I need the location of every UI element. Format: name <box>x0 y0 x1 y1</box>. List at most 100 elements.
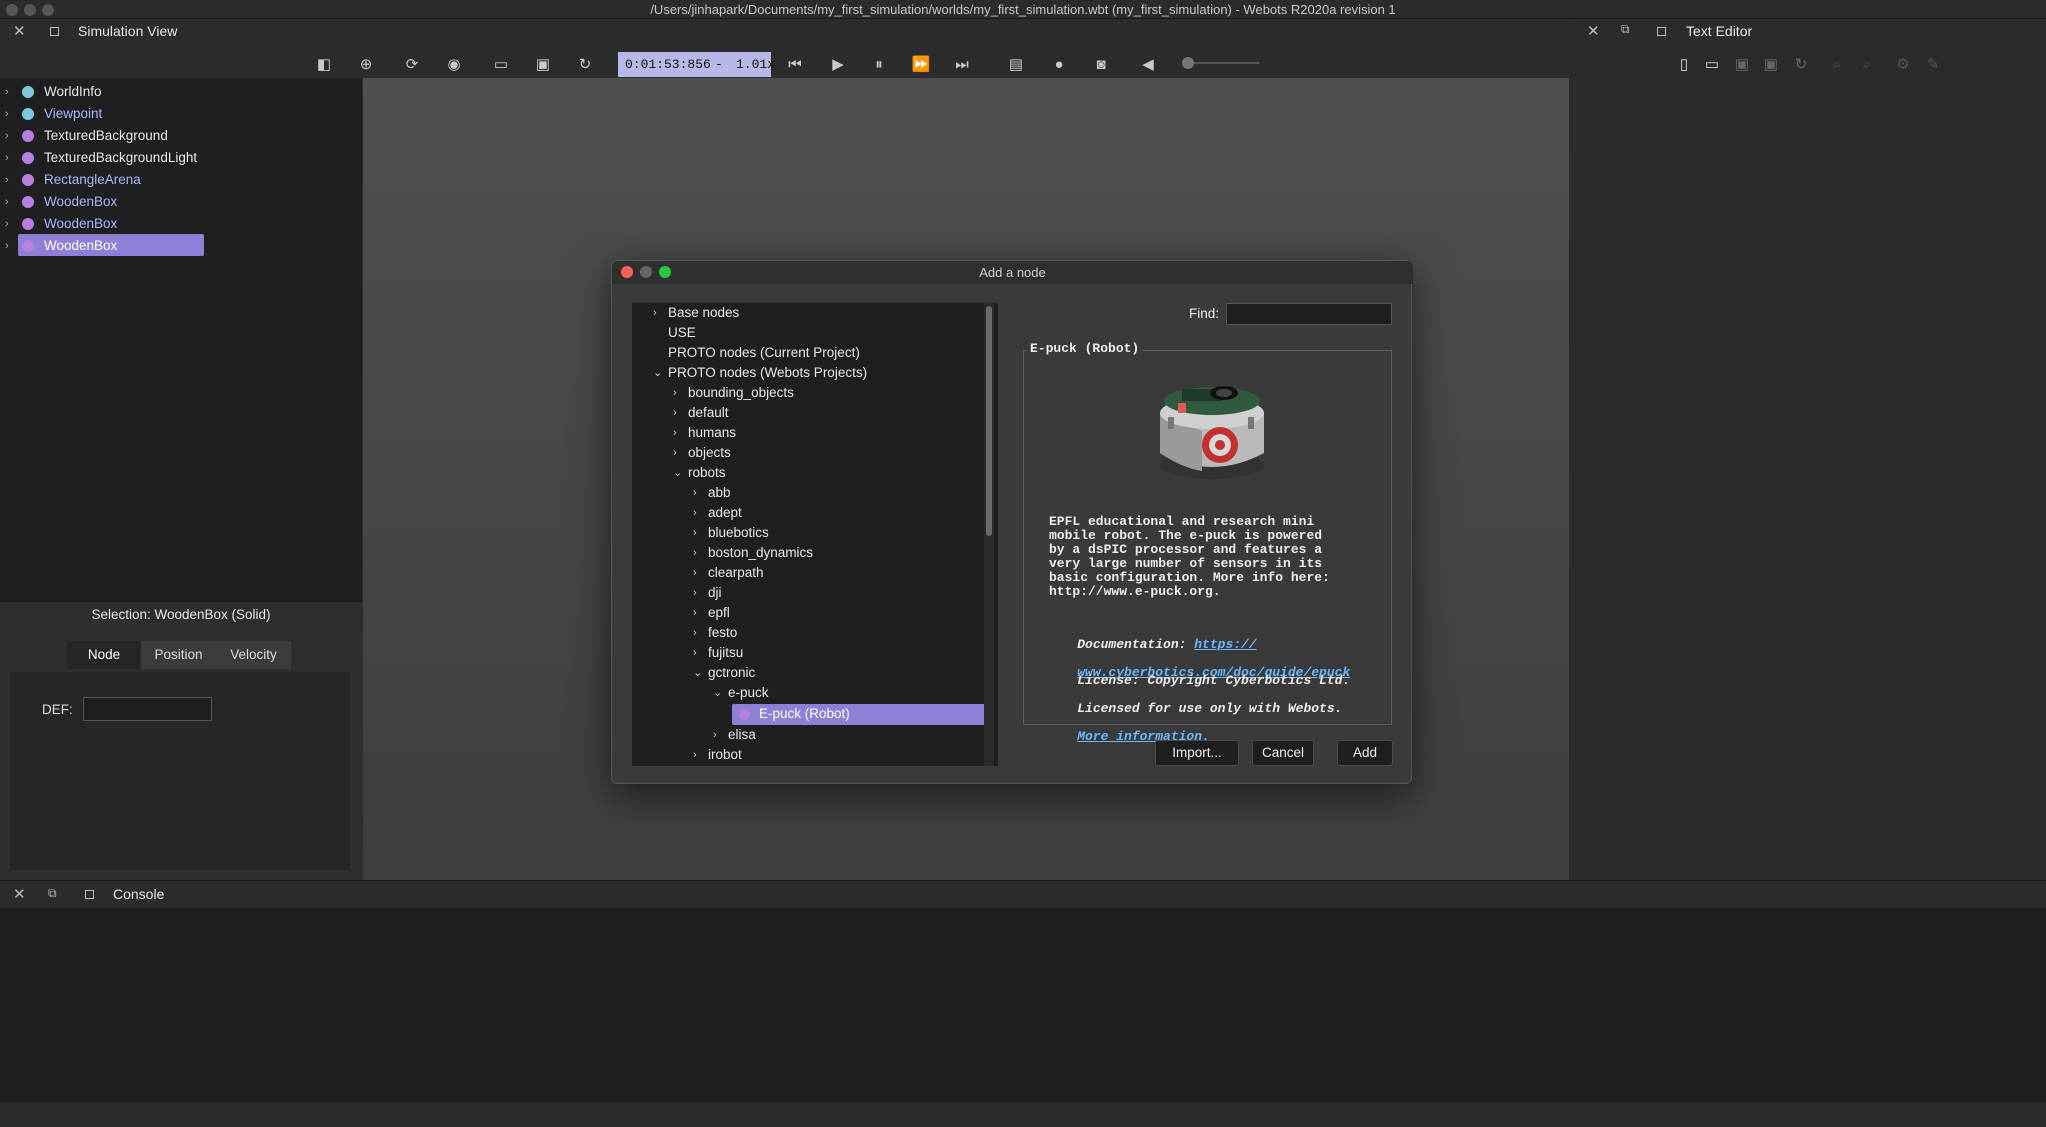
chevron-down-icon[interactable]: ⌄ <box>653 363 662 383</box>
tab-position[interactable]: Position <box>141 641 216 669</box>
chevron-right-icon[interactable]: › <box>693 563 697 583</box>
volume-slider[interactable] <box>1183 62 1259 64</box>
console-output[interactable] <box>0 908 2046 1102</box>
chevron-right-icon[interactable]: › <box>693 543 697 563</box>
open-file-icon[interactable]: ▭ <box>1701 55 1723 75</box>
scene-tree[interactable]: › WorldInfo › Viewpoint › TexturedBackgroun… <box>0 78 362 602</box>
tree-item[interactable]: › bounding_objects <box>673 383 794 403</box>
close-icon[interactable]: ✕ <box>1587 22 1600 40</box>
tree-item[interactable]: ⌄ e-puck <box>713 683 769 703</box>
volume-slider-handle[interactable] <box>1182 57 1194 69</box>
chevron-down-icon[interactable]: ⌄ <box>693 663 702 683</box>
chevron-right-icon[interactable]: › <box>653 303 657 323</box>
chevron-right-icon[interactable]: › <box>5 235 9 257</box>
new-file-icon[interactable]: ▯ <box>1673 55 1695 75</box>
movie-icon[interactable]: ▤ <box>1005 55 1027 75</box>
float-icon[interactable] <box>85 890 94 899</box>
viewpoint-icon[interactable]: ⟳ <box>401 55 423 75</box>
chevron-right-icon[interactable]: › <box>693 603 697 623</box>
chevron-right-icon[interactable]: › <box>5 81 9 103</box>
record-icon[interactable]: ● <box>1048 55 1070 75</box>
tree-item[interactable]: › elisa <box>713 725 756 745</box>
scene-tree-item[interactable]: › TexturedBackground <box>0 125 362 147</box>
cancel-button[interactable]: Cancel <box>1252 740 1314 766</box>
chevron-right-icon[interactable]: › <box>5 191 9 213</box>
save-file-icon[interactable]: ▣ <box>1731 55 1753 75</box>
documentation-link[interactable]: https:// <box>1194 637 1256 652</box>
tab-node[interactable]: Node <box>67 641 141 669</box>
import-button[interactable]: Import... <box>1155 740 1239 766</box>
tree-item[interactable]: › Base nodes <box>653 303 739 323</box>
add-node-icon[interactable]: ⊕ <box>355 55 377 75</box>
float-icon[interactable] <box>1657 27 1666 36</box>
def-input[interactable] <box>83 697 212 721</box>
tree-item[interactable]: › default <box>673 403 729 423</box>
pause-icon[interactable]: ⏸ <box>868 55 890 75</box>
save-as-icon[interactable]: ▣ <box>1760 55 1782 75</box>
settings-icon[interactable]: ⚙ <box>1892 55 1914 75</box>
chevron-right-icon[interactable]: › <box>693 523 697 543</box>
tree-item-selected[interactable]: E-puck (Robot) <box>739 704 850 724</box>
tree-item[interactable]: › irobot <box>693 745 742 765</box>
screenshot-icon[interactable]: ◙ <box>1090 55 1112 75</box>
tree-item[interactable]: ⌄ gctronic <box>693 663 755 683</box>
tree-item[interactable]: › epfl <box>693 603 730 623</box>
chevron-right-icon[interactable]: › <box>693 583 697 603</box>
tree-item[interactable]: › adept <box>693 503 742 523</box>
find-icon[interactable]: ⌕ <box>1826 55 1848 75</box>
chevron-right-icon[interactable]: › <box>693 623 697 643</box>
chevron-right-icon[interactable]: › <box>5 169 9 191</box>
tree-item[interactable]: › abb <box>693 483 731 503</box>
minimize-dialog-button[interactable] <box>640 266 652 278</box>
zoom-dialog-button[interactable] <box>659 266 671 278</box>
chevron-right-icon[interactable]: › <box>5 103 9 125</box>
revert-icon[interactable]: ↻ <box>1790 55 1812 75</box>
fast-icon[interactable]: ⏭ <box>951 55 973 75</box>
open-folder-icon[interactable]: ▭ <box>490 55 512 75</box>
chevron-right-icon[interactable]: › <box>713 725 717 745</box>
tree-item[interactable]: PROTO nodes (Current Project) <box>668 343 860 363</box>
add-button[interactable]: Add <box>1337 740 1393 766</box>
chevron-right-icon[interactable]: › <box>693 503 697 523</box>
tree-item[interactable]: › fujitsu <box>693 643 743 663</box>
tab-velocity[interactable]: Velocity <box>216 641 291 669</box>
step-icon[interactable]: ▶ <box>827 55 849 75</box>
tree-item[interactable]: › clearpath <box>693 563 764 583</box>
tree-item[interactable]: › dji <box>693 583 722 603</box>
tree-item[interactable]: › objects <box>673 443 731 463</box>
run-icon[interactable]: ⏩ <box>910 55 932 75</box>
chevron-down-icon[interactable]: ⌄ <box>713 683 722 703</box>
close-icon[interactable]: ✕ <box>13 22 26 40</box>
chevron-right-icon[interactable]: › <box>673 383 677 403</box>
chevron-right-icon[interactable]: › <box>673 423 677 443</box>
save-icon[interactable]: ▣ <box>532 55 554 75</box>
scene-tree-item-selected[interactable]: › WoodenBox <box>0 235 362 257</box>
replace-icon[interactable]: ⌕ <box>1856 55 1878 75</box>
scene-tree-item[interactable]: › WoodenBox <box>0 213 362 235</box>
eye-icon[interactable]: ◉ <box>443 55 465 75</box>
close-dialog-button[interactable] <box>621 266 633 278</box>
tree-item[interactable]: › boston_dynamics <box>693 543 813 563</box>
tree-item[interactable]: › festo <box>693 623 737 643</box>
tree-item[interactable]: USE <box>668 323 696 343</box>
reload-icon[interactable]: ↻ <box>574 55 596 75</box>
chevron-right-icon[interactable]: › <box>693 643 697 663</box>
tree-item[interactable]: ⌄ PROTO nodes (Webots Projects) <box>653 363 867 383</box>
mute-icon[interactable]: ◀ <box>1137 55 1159 75</box>
tree-item[interactable]: › bluebotics <box>693 523 769 543</box>
close-icon[interactable]: ✕ <box>13 885 26 903</box>
find-input[interactable] <box>1226 303 1392 325</box>
chevron-right-icon[interactable]: › <box>673 403 677 423</box>
chevron-right-icon[interactable]: › <box>693 745 697 765</box>
scene-tree-item[interactable]: › TexturedBackgroundLight <box>0 147 362 169</box>
chevron-right-icon[interactable]: › <box>5 213 9 235</box>
tree-item[interactable]: ⌄ robots <box>673 463 726 483</box>
toggle-scene-tree-icon[interactable]: ◧ <box>313 55 335 75</box>
chevron-right-icon[interactable]: › <box>673 443 677 463</box>
chevron-right-icon[interactable]: › <box>5 147 9 169</box>
chevron-right-icon[interactable]: › <box>5 125 9 147</box>
chevron-right-icon[interactable]: › <box>693 483 697 503</box>
chevron-down-icon[interactable]: ⌄ <box>673 463 682 483</box>
scene-tree-item[interactable]: › Viewpoint <box>0 103 362 125</box>
node-tree[interactable]: › Base nodes USE PROTO nodes (Current Pro… <box>632 303 998 766</box>
